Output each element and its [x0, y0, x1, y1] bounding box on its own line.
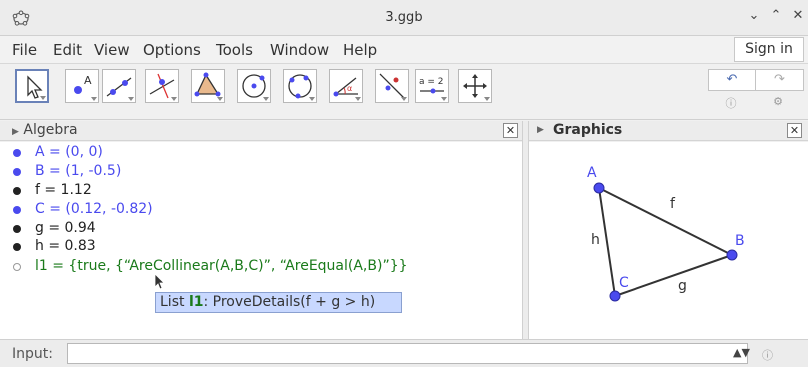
menu-view[interactable]: View — [94, 41, 130, 59]
algebra-tooltip: List l1: ProveDetails(f + g > h) — [155, 292, 402, 313]
menu-bar: File Edit View Options Tools Window Help… — [0, 36, 808, 64]
menu-file[interactable]: File — [12, 41, 37, 59]
slider-icon-text: a = 2 — [419, 77, 444, 87]
visibility-dot[interactable] — [13, 149, 21, 157]
segment-g[interactable] — [614, 254, 733, 297]
point-A[interactable] — [593, 182, 605, 194]
point-B-label: B — [735, 233, 745, 249]
graphics-view-title[interactable]: Graphics — [553, 122, 622, 138]
slider-tool-button[interactable]: a = 2 — [415, 69, 449, 103]
panel-divider[interactable] — [522, 121, 529, 339]
window-title: 3.ggb — [385, 10, 423, 25]
visibility-dot[interactable] — [13, 187, 21, 195]
sign-in-button[interactable]: Sign in — [734, 37, 804, 62]
segment-f-label: f — [670, 196, 676, 212]
menu-options[interactable]: Options — [143, 41, 201, 59]
input-history-arrows-icon[interactable]: ▲▼ — [733, 346, 750, 359]
graphics-view-header: ▶ Graphics ✕ — [529, 121, 808, 141]
input-field[interactable] — [67, 343, 748, 364]
visibility-dot[interactable] — [13, 225, 21, 233]
input-label: Input: — [12, 346, 53, 362]
settings-gear-icon[interactable]: ⚙ — [770, 95, 786, 111]
visibility-dot[interactable] — [13, 168, 21, 176]
toolbar: A α a = 2 ↶ ↷ ⓘ ⚙ — [0, 64, 808, 120]
line-tool-button[interactable] — [102, 69, 136, 103]
point-A-label: A — [587, 165, 597, 181]
menu-help[interactable]: Help — [343, 41, 377, 59]
algebra-view-title[interactable]: ▶ Algebra — [12, 122, 78, 138]
segment-f[interactable] — [598, 187, 733, 256]
angle-tool-button[interactable]: α — [329, 69, 363, 103]
point-B[interactable] — [726, 249, 738, 261]
undo-redo-group: ↶ ↷ — [708, 69, 804, 91]
input-help-icon[interactable]: ⓘ — [762, 347, 773, 363]
menu-window[interactable]: Window — [270, 41, 329, 59]
undo-button[interactable]: ↶ — [709, 70, 756, 90]
algebra-close-button[interactable]: ✕ — [503, 123, 518, 138]
minimize-button[interactable]: ⌄ — [746, 8, 762, 26]
menu-edit[interactable]: Edit — [53, 41, 82, 59]
collapse-triangle-icon: ▶ — [537, 125, 544, 135]
point-C[interactable] — [609, 290, 621, 302]
title-bar: 3.ggb ⌄ ⌃ ✕ — [0, 0, 808, 36]
svg-text:α: α — [347, 84, 352, 93]
segment-h-label: h — [591, 232, 600, 248]
circle-tool-button[interactable] — [237, 69, 271, 103]
polygon-tool-button[interactable] — [191, 69, 225, 103]
toolbar-help-icon[interactable]: ⓘ — [723, 95, 739, 111]
reflect-tool-button[interactable] — [375, 69, 409, 103]
move-graphics-view-tool-button[interactable] — [458, 69, 492, 103]
maximize-button[interactable]: ⌃ — [768, 8, 784, 26]
input-bar: Input: ▲▼ ⓘ — [0, 339, 808, 367]
svg-text:A: A — [84, 74, 92, 87]
redo-button[interactable]: ↷ — [756, 70, 803, 90]
algebra-view-header: ▶ Algebra ✕ — [0, 121, 522, 141]
graphics-canvas[interactable]: A B C f g h — [529, 142, 808, 339]
point-tool-button[interactable]: A — [65, 69, 99, 103]
visibility-dot[interactable] — [13, 243, 21, 251]
close-window-button[interactable]: ✕ — [790, 8, 806, 26]
visibility-dot[interactable] — [13, 206, 21, 214]
collapse-triangle-icon: ▶ — [12, 127, 19, 137]
segment-h[interactable] — [598, 187, 616, 297]
perpendicular-line-tool-button[interactable] — [145, 69, 179, 103]
graphics-view[interactable]: A B C f g h — [529, 142, 808, 339]
visibility-dot[interactable] — [13, 263, 21, 271]
point-C-label: C — [619, 275, 629, 291]
segment-g-label: g — [678, 278, 687, 294]
menu-tools[interactable]: Tools — [216, 41, 253, 59]
move-tool-button[interactable] — [15, 69, 49, 103]
circle-through-points-tool-button[interactable] — [283, 69, 317, 103]
graphics-close-button[interactable]: ✕ — [787, 123, 802, 138]
mouse-pointer-icon — [154, 273, 165, 290]
